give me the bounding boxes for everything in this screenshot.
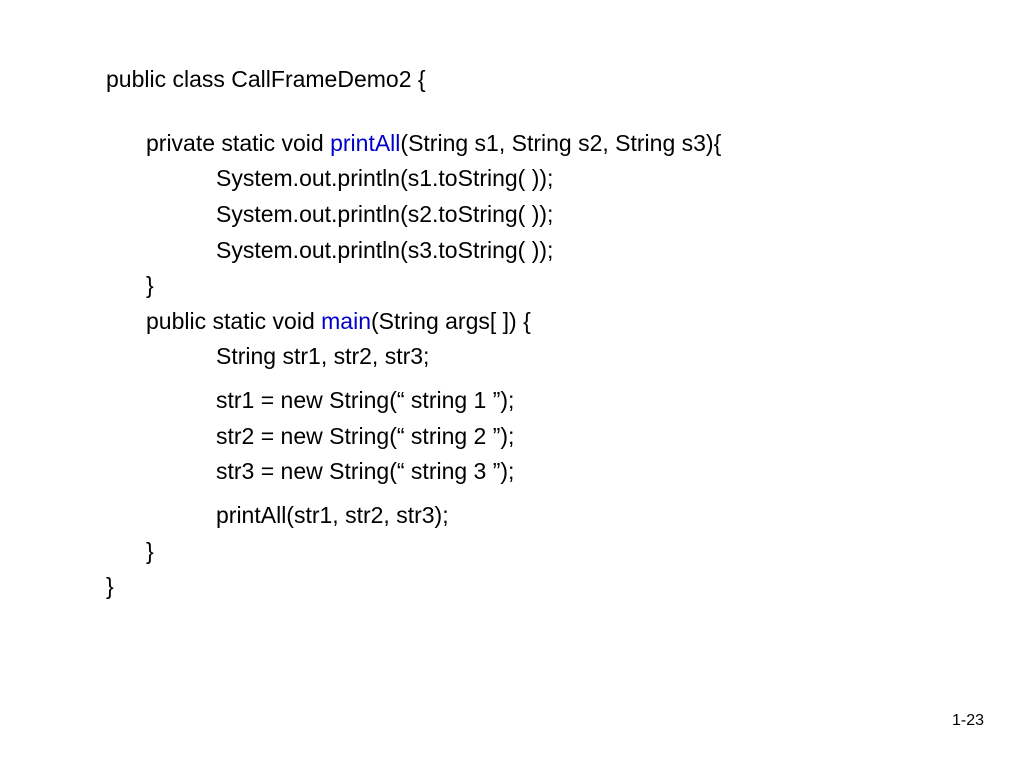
code-line: String str1, str2, str3;	[106, 339, 1024, 375]
code-line: printAll(str1, str2, str3);	[106, 498, 1024, 534]
method-name: main	[321, 308, 371, 334]
code-text: (String s1, String s2, String s3){	[400, 130, 721, 156]
code-line: System.out.println(s1.toString( ));	[106, 161, 1024, 197]
code-text: private static void	[146, 130, 330, 156]
code-slide: public class CallFrameDemo2 { private st…	[0, 0, 1024, 605]
code-line: public static void main(String args[ ]) …	[106, 304, 1024, 340]
code-line: System.out.println(s3.toString( ));	[106, 233, 1024, 269]
code-line: private static void printAll(String s1, …	[106, 126, 1024, 162]
code-line: }	[106, 534, 1024, 570]
code-text: public static void	[146, 308, 321, 334]
code-line: }	[106, 569, 1024, 605]
code-line: }	[106, 268, 1024, 304]
code-line: System.out.println(s2.toString( ));	[106, 197, 1024, 233]
code-text: (String args[ ]) {	[371, 308, 531, 334]
code-line: str1 = new String(“ string 1 ”);	[106, 383, 1024, 419]
method-name: printAll	[330, 130, 400, 156]
page-number: 1-23	[952, 712, 984, 730]
code-line: str2 = new String(“ string 2 ”);	[106, 419, 1024, 455]
code-line: str3 = new String(“ string 3 ”);	[106, 454, 1024, 490]
code-line: public class CallFrameDemo2 {	[106, 62, 1024, 98]
